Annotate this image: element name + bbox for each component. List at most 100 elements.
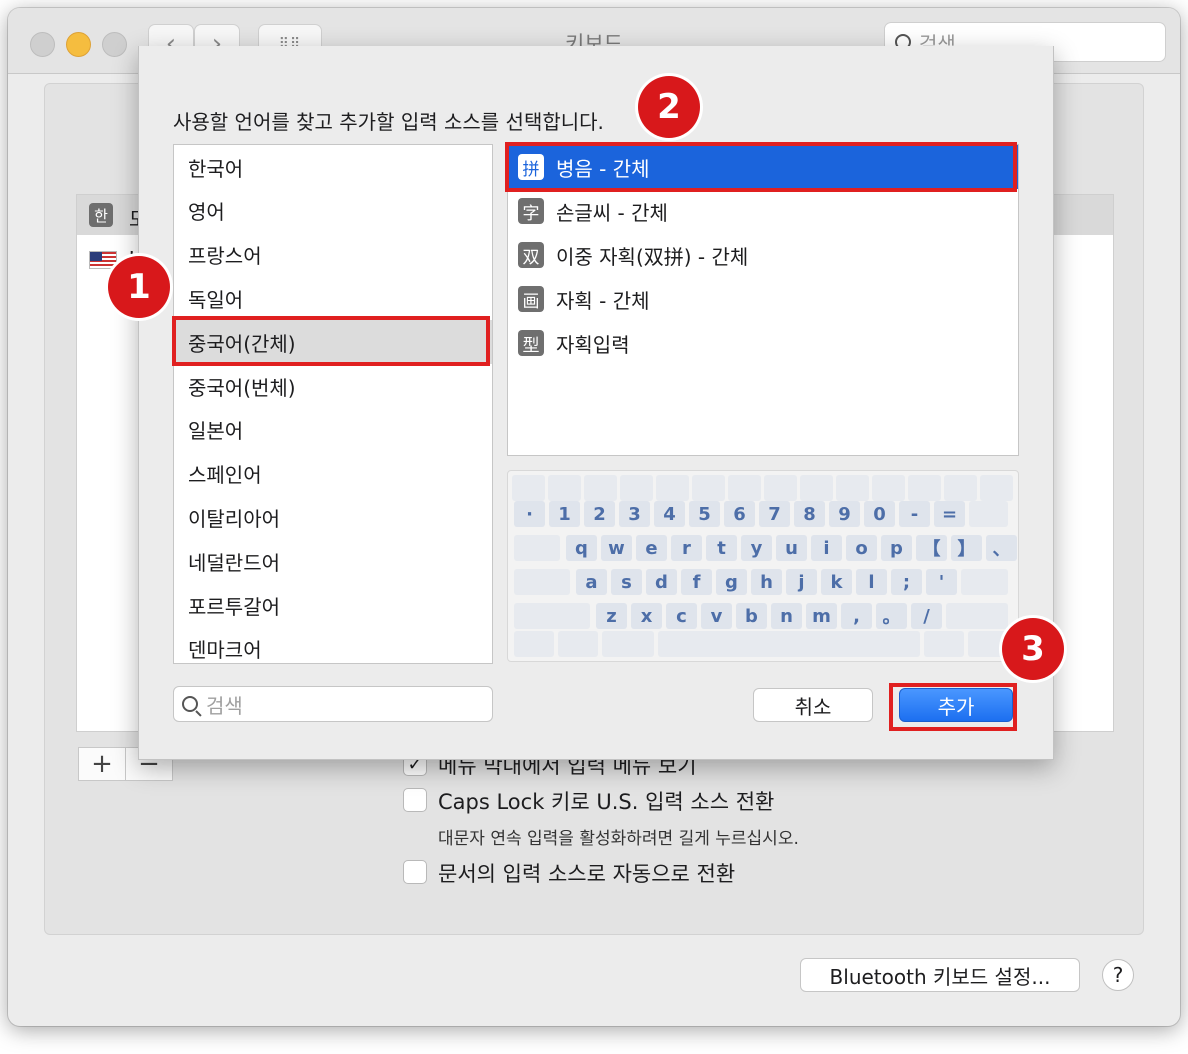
input-source-item[interactable]: 字 손글씨 - 간체: [508, 189, 1018, 233]
keyboard-key-blank: [969, 501, 1008, 527]
language-item[interactable]: 영어: [174, 189, 492, 233]
language-item[interactable]: 중국어(간체): [174, 320, 492, 365]
input-source-label: 손글씨 - 간체: [556, 200, 668, 225]
keyboard-key: f: [681, 569, 712, 595]
keyboard-key-blank: [558, 631, 598, 657]
sheet-prompt: 사용할 언어를 찾고 추가할 입력 소스를 선택합니다.: [173, 110, 604, 134]
input-method-icon: 拼: [518, 154, 544, 180]
language-item-label: 중국어(번체): [188, 375, 296, 400]
language-item[interactable]: 한국어: [174, 145, 492, 189]
add-button[interactable]: 추가: [899, 688, 1013, 722]
help-button[interactable]: ?: [1102, 959, 1134, 991]
input-method-icon: 字: [518, 198, 544, 224]
keyboard-key: 9: [829, 501, 860, 527]
keyboard-key: t: [706, 535, 737, 561]
keyboard-key-blank: [514, 569, 570, 595]
language-item-label: 일본어: [188, 419, 244, 444]
keyboard-key: h: [751, 569, 782, 595]
keyboard-key: ·: [514, 501, 545, 527]
language-item[interactable]: 네덜란드어: [174, 539, 492, 583]
keyboard-key: 3: [619, 501, 650, 527]
keyboard-key: -: [899, 501, 930, 527]
keyboard-key: k: [821, 569, 852, 595]
cancel-button[interactable]: 취소: [753, 688, 873, 722]
keyboard-key: i: [811, 535, 842, 561]
keyboard-key-blank: [800, 475, 833, 501]
hangul-icon: 한: [89, 203, 113, 227]
keyboard-key: e: [636, 535, 667, 561]
bluetooth-keyboard-setup-button[interactable]: Bluetooth 키보드 설정...: [800, 958, 1080, 992]
input-source-item[interactable]: 拼 병음 - 간체: [508, 145, 1018, 189]
auto-switch-checkbox[interactable]: [403, 860, 427, 884]
input-method-icon: 双: [518, 242, 544, 268]
language-item[interactable]: 일본어: [174, 408, 492, 452]
language-item-label: 중국어(간체): [188, 331, 296, 356]
keyboard-key: g: [716, 569, 747, 595]
caps-lock-switch-checkbox[interactable]: [403, 788, 427, 812]
keyboard-key-blank: [944, 475, 977, 501]
language-item[interactable]: 스페인어: [174, 452, 492, 496]
keyboard-key: /: [911, 603, 942, 629]
keyboard-key: x: [631, 603, 662, 629]
keyboard-key-blank: [961, 569, 1008, 595]
keyboard-key-blank: [512, 475, 545, 501]
language-item[interactable]: 중국어(번체): [174, 364, 492, 408]
language-item[interactable]: 이탈리아어: [174, 495, 492, 539]
keyboard-key-blank: [514, 631, 554, 657]
keyboard-key: 6: [724, 501, 755, 527]
keyboard-key: ,: [841, 603, 872, 629]
keyboard-key: ;: [891, 569, 922, 595]
keyboard-key-blank: [908, 475, 941, 501]
keyboard-key: y: [741, 535, 772, 561]
keyboard-key-blank: [658, 631, 920, 657]
keyboard-key-blank: [924, 631, 964, 657]
keyboard-key: d: [646, 569, 677, 595]
language-item-label: 네덜란드어: [188, 550, 280, 575]
input-source-label: 자획 - 간체: [556, 288, 650, 313]
input-source-label: 이중 자획(双拼) - 간체: [556, 244, 749, 269]
language-item[interactable]: 프랑스어: [174, 233, 492, 277]
step-badge-3: 3: [1002, 618, 1064, 680]
input-method-icon: 型: [518, 330, 544, 356]
keyboard-key: v: [701, 603, 732, 629]
input-method-icon: 画: [518, 286, 544, 312]
keyboard-key-blank: [602, 631, 654, 657]
keyboard-key: j: [786, 569, 817, 595]
language-item-label: 영어: [188, 200, 225, 225]
input-source-item[interactable]: 型 자획입력: [508, 321, 1018, 365]
language-item-label: 스페인어: [188, 463, 262, 488]
keyboard-key: p: [881, 535, 912, 561]
keyboard-key: 0: [864, 501, 895, 527]
keyboard-key: ': [926, 569, 957, 595]
us-flag-icon: [89, 251, 117, 269]
input-source-options: 拼 병음 - 간체 字 손글씨 - 간체 双 이중 자획(双拼) - 간체 画 자획 - 간체…: [507, 144, 1019, 456]
add-source-button[interactable]: +: [78, 747, 126, 781]
search-icon: [182, 696, 198, 712]
keyboard-key: 5: [689, 501, 720, 527]
input-source-label: 병음 - 간체: [556, 156, 650, 181]
language-list: 한국어영어프랑스어 독일어중국어(간체) 중국어(번체) 일본어스페인어이탈리아어네덜…: [173, 144, 493, 664]
keyboard-key: 】: [951, 535, 982, 561]
caps-lock-switch-label: Caps Lock 키로 U.S. 입력 소스 전환: [438, 790, 775, 814]
keyboard-key: o: [846, 535, 877, 561]
keyboard-preview: · 1 2 3 4 5 6 7 8 9 0- = q w e r t y u i o p 【】、 a s d f g h j k l; ' z x c…: [507, 470, 1019, 662]
input-source-item[interactable]: 画 자획 - 간체: [508, 277, 1018, 321]
caps-lock-note: 대문자 연속 입력을 활성화하려면 길게 누르십시오.: [438, 829, 799, 849]
input-source-item[interactable]: 双 이중 자획(双拼) - 간체: [508, 233, 1018, 277]
keyboard-key: n: [771, 603, 802, 629]
keyboard-key-blank: [692, 475, 725, 501]
language-item[interactable]: 포르투갈어: [174, 583, 492, 627]
language-item[interactable]: 독일어: [174, 276, 492, 320]
language-item[interactable]: 덴마크어: [174, 627, 492, 663]
keyboard-key: 、: [986, 535, 1017, 561]
keyboard-key-blank: [514, 603, 590, 629]
language-search-field[interactable]: 검색: [173, 686, 493, 722]
keyboard-key-blank: [620, 475, 653, 501]
keyboard-key-blank: [872, 475, 905, 501]
keyboard-key: 2: [584, 501, 615, 527]
language-item-label: 이탈리아어: [188, 506, 280, 531]
keyboard-key: c: [666, 603, 697, 629]
keyboard-key: 1: [549, 501, 580, 527]
add-input-source-sheet: 사용할 언어를 찾고 추가할 입력 소스를 선택합니다. 한국어영어프랑스어 독일…: [138, 46, 1054, 760]
keyboard-key: z: [596, 603, 627, 629]
